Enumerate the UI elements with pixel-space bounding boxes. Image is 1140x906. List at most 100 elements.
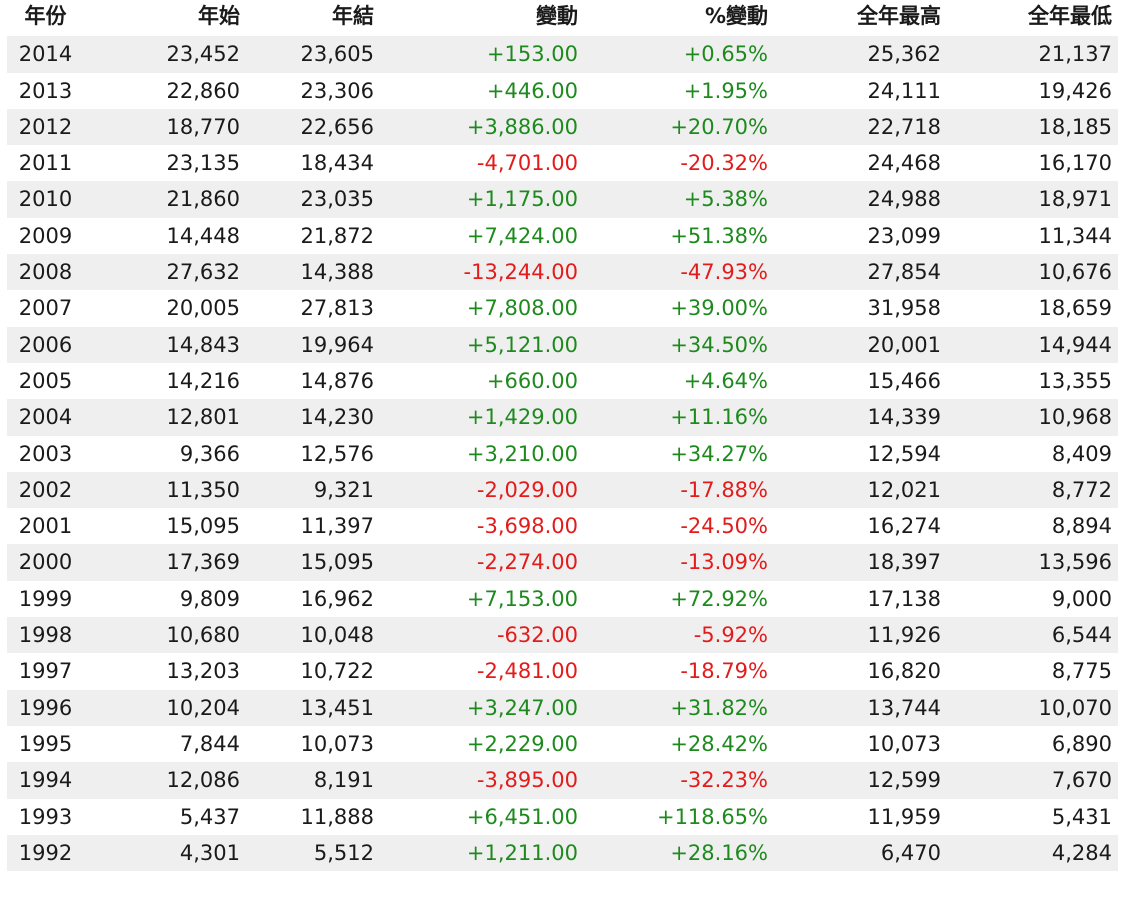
header-annual-high[interactable]: 全年最高 xyxy=(777,0,941,36)
cell-open: 9,809 xyxy=(179,586,240,611)
header-pct-change[interactable]: %變動 xyxy=(587,0,768,36)
table-row[interactable]: 1994 12,086 8,191 -3,895.00 -32.23% 12,599 7,6… xyxy=(7,762,1118,799)
cell-open: 21,860 xyxy=(166,187,240,212)
cell-annual-low: 4,284 xyxy=(1051,840,1112,865)
table-row[interactable]: 2014 23,452 23,605 +153.00 +0.65% 25,362 21,13… xyxy=(7,36,1118,73)
table-row[interactable]: 2000 17,369 15,095 -2,274.00 -13.09% 18,397 13… xyxy=(7,544,1118,581)
cell-annual-low: 13,596 xyxy=(1038,550,1112,575)
cell-year: 2006 xyxy=(18,332,73,357)
table-row[interactable]: 2001 15,095 11,397 -3,698.00 -24.50% 16,274 8,… xyxy=(7,508,1118,544)
cell-year: 2005 xyxy=(18,368,73,393)
cell-annual-high: 31,958 xyxy=(867,296,941,321)
cell-pct-change: +39.00% xyxy=(670,296,768,321)
cell-year: 2002 xyxy=(18,477,73,502)
cell-annual-low: 6,890 xyxy=(1051,731,1112,756)
cell-annual-low: 7,670 xyxy=(1051,768,1112,793)
table-row[interactable]: 2008 27,632 14,388 -13,244.00 -47.93% 27,854 1… xyxy=(7,254,1118,291)
cell-open: 11,350 xyxy=(166,477,240,502)
cell-year: 2012 xyxy=(18,114,73,139)
cell-annual-high: 12,599 xyxy=(867,768,941,793)
cell-annual-high: 24,111 xyxy=(867,78,941,103)
table-row[interactable]: 2007 20,005 27,813 +7,808.00 +39.00% 31,958 18… xyxy=(7,290,1118,326)
cell-close: 15,095 xyxy=(300,550,374,575)
cell-year: 2008 xyxy=(18,260,73,285)
cell-annual-low: 21,137 xyxy=(1038,42,1112,67)
table-row[interactable]: 1999 9,809 16,962 +7,153.00 +72.92% 17,138 9,0… xyxy=(7,581,1118,617)
cell-close: 11,397 xyxy=(300,514,374,539)
cell-pct-change: +4.64% xyxy=(683,368,768,393)
cell-close: 11,888 xyxy=(300,804,374,829)
cell-change: -4,701.00 xyxy=(476,151,578,176)
cell-annual-low: 5,431 xyxy=(1051,804,1112,829)
header-year[interactable]: 年份 xyxy=(7,0,84,36)
table-row[interactable]: 2002 11,350 9,321 -2,029.00 -17.88% 12,021 8,7… xyxy=(7,471,1118,509)
hsi-annual-table: 年份 年始 年結 變動 %變動 全年最高 全年最低 2014 23,452 23,6… xyxy=(7,0,1118,872)
cell-change: -632.00 xyxy=(496,623,578,648)
table-row[interactable]: 2009 14,448 21,872 +7,424.00 +51.38% 23,099 11… xyxy=(7,218,1118,254)
table-row[interactable]: 2013 22,860 23,306 +446.00 +1.95% 24,111 19,42… xyxy=(7,73,1118,109)
cell-pct-change: +51.38% xyxy=(670,223,768,248)
cell-close: 23,605 xyxy=(300,42,374,67)
cell-close: 23,306 xyxy=(300,78,374,103)
cell-change: +153.00 xyxy=(486,42,578,67)
table-row[interactable]: 1995 7,844 10,073 +2,229.00 +28.42% 10,073 6,8… xyxy=(7,726,1118,762)
cell-open: 14,843 xyxy=(166,332,240,357)
cell-pct-change: -47.93% xyxy=(680,260,768,285)
table-row[interactable]: 2011 23,135 18,434 -4,701.00 -20.32% 24,468 16… xyxy=(7,145,1118,181)
cell-change: +3,247.00 xyxy=(466,695,578,720)
cell-year: 2001 xyxy=(18,514,73,539)
cell-annual-low: 8,775 xyxy=(1051,659,1112,684)
cell-year: 1996 xyxy=(18,695,73,720)
cell-year: 2010 xyxy=(18,187,73,212)
table-row[interactable]: 1996 10,204 13,451 +3,247.00 +31.82% 13,744 10… xyxy=(7,689,1118,726)
cell-change: +3,210.00 xyxy=(466,441,578,466)
cell-annual-high: 15,466 xyxy=(867,368,941,393)
table-row[interactable]: 2010 21,860 23,035 +1,175.00 +5.38% 24,988 18,… xyxy=(7,181,1118,218)
cell-annual-high: 24,468 xyxy=(867,151,941,176)
table-row[interactable]: 2006 14,843 19,964 +5,121.00 +34.50% 20,001 14… xyxy=(7,326,1118,363)
cell-close: 5,512 xyxy=(313,840,374,865)
cell-close: 27,813 xyxy=(300,296,374,321)
table-row[interactable]: 2003 9,366 12,576 +3,210.00 +34.27% 12,594 8,4… xyxy=(7,436,1118,472)
cell-pct-change: +34.50% xyxy=(670,332,768,357)
cell-pct-change: +0.65% xyxy=(683,42,768,67)
cell-pct-change: +72.92% xyxy=(670,586,768,611)
cell-annual-low: 8,409 xyxy=(1051,441,1112,466)
table-row[interactable]: 1992 4,301 5,512 +1,211.00 +28.16% 6,470 4,284 xyxy=(7,834,1118,872)
table-row[interactable]: 1998 10,680 10,048 -632.00 -5.92% 11,926 6,544 xyxy=(7,617,1118,654)
cell-year: 1992 xyxy=(18,840,73,865)
table-row[interactable]: 2012 18,770 22,656 +3,886.00 +20.70% 22,718 18… xyxy=(7,108,1118,146)
cell-annual-high: 25,362 xyxy=(867,42,941,67)
cell-annual-low: 14,944 xyxy=(1038,332,1112,357)
cell-year: 1999 xyxy=(18,586,73,611)
cell-change: +6,451.00 xyxy=(466,804,578,829)
cell-year: 1993 xyxy=(18,804,73,829)
cell-pct-change: +31.82% xyxy=(670,695,768,720)
cell-open: 10,680 xyxy=(166,623,240,648)
table-header-row: 年份 年始 年結 變動 %變動 全年最高 全年最低 xyxy=(7,0,1118,36)
cell-change: +1,211.00 xyxy=(466,840,578,865)
cell-year: 2007 xyxy=(18,296,73,321)
cell-open: 14,216 xyxy=(166,368,240,393)
cell-pct-change: -32.23% xyxy=(680,768,768,793)
header-close[interactable]: 年結 xyxy=(247,0,374,36)
header-change[interactable]: 變動 xyxy=(387,0,578,36)
table-row[interactable]: 2004 12,801 14,230 +1,429.00 +11.16% 14,339 10… xyxy=(7,399,1118,436)
header-open[interactable]: 年始 xyxy=(97,0,240,36)
cell-annual-high: 6,470 xyxy=(880,840,941,865)
table-row[interactable]: 1997 13,203 10,722 -2,481.00 -18.79% 16,820 8,… xyxy=(7,653,1118,689)
cell-open: 23,452 xyxy=(166,42,240,67)
cell-open: 23,135 xyxy=(166,151,240,176)
table-row[interactable]: 2005 14,216 14,876 +660.00 +4.64% 15,466 13,35… xyxy=(7,363,1118,399)
cell-change: -2,029.00 xyxy=(476,477,578,502)
cell-change: +446.00 xyxy=(486,78,578,103)
cell-annual-low: 16,170 xyxy=(1038,151,1112,176)
header-annual-low[interactable]: 全年最低 xyxy=(947,0,1112,36)
cell-close: 19,964 xyxy=(300,332,374,357)
cell-year: 2009 xyxy=(18,223,73,248)
cell-annual-high: 16,274 xyxy=(867,514,941,539)
cell-annual-high: 11,926 xyxy=(867,623,941,648)
cell-annual-low: 18,971 xyxy=(1038,187,1112,212)
table-row[interactable]: 1993 5,437 11,888 +6,451.00 +118.65% 11,959 5,… xyxy=(7,799,1118,835)
cell-year: 1997 xyxy=(18,659,73,684)
